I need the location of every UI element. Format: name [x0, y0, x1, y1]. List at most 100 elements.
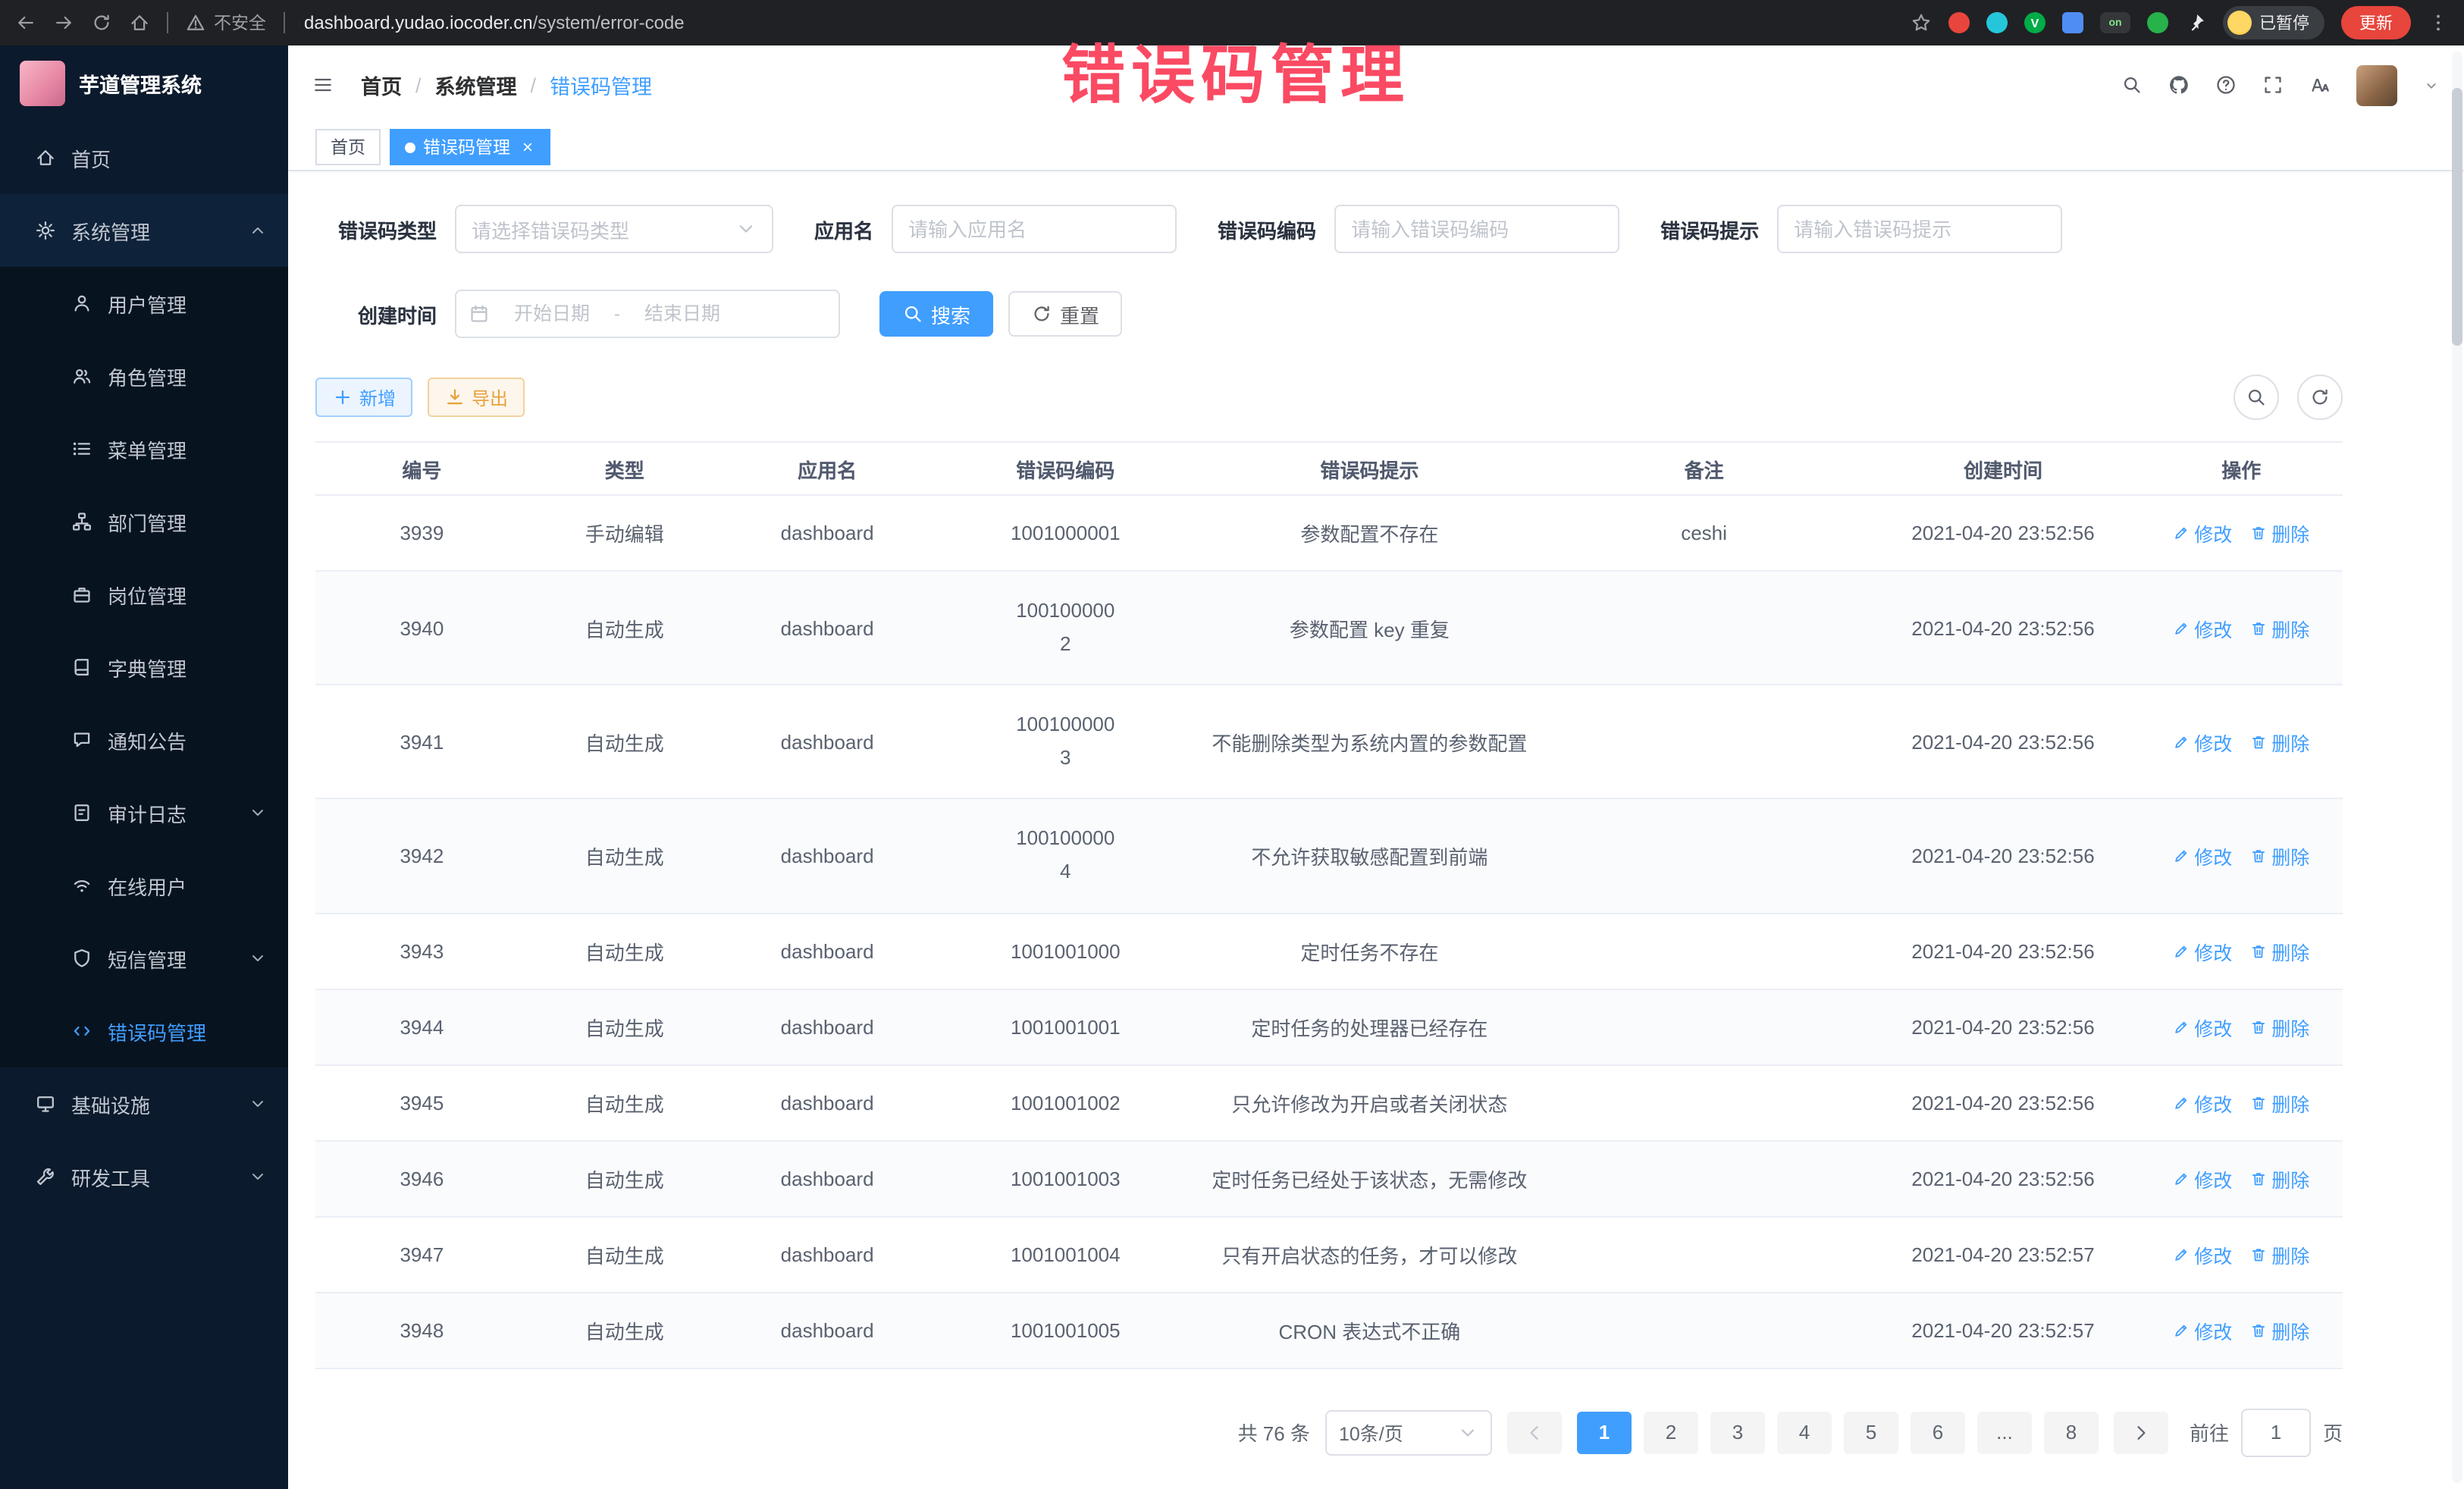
edit-link[interactable]: 修改: [2173, 613, 2232, 642]
browser-forward-icon[interactable]: [53, 12, 74, 33]
sidebar-item-system-management[interactable]: 系统管理: [0, 194, 288, 267]
page-button-6[interactable]: 6: [1911, 1411, 1965, 1453]
edit-link[interactable]: 修改: [2173, 1315, 2232, 1344]
delete-label: 删除: [2271, 842, 2309, 870]
page-size-select[interactable]: 10条/页: [1325, 1409, 1492, 1455]
page-button-3[interactable]: 3: [1710, 1411, 1765, 1453]
tab-error-code[interactable]: 错误码管理: [390, 129, 550, 165]
sidebar-item-label: 用户管理: [108, 289, 273, 318]
search-button[interactable]: 搜索: [879, 291, 993, 337]
extension-icon[interactable]: [2062, 12, 2083, 33]
delete-link[interactable]: 删除: [2250, 728, 2309, 757]
extension-icon[interactable]: [1948, 12, 1970, 33]
chevron-down-icon[interactable]: [2423, 77, 2440, 93]
error-hint-input[interactable]: [1779, 218, 2061, 240]
sidebar-item-role-management[interactable]: 角色管理: [0, 340, 288, 412]
sidebar-item-dept-management[interactable]: 部门管理: [0, 485, 288, 558]
extension-icon[interactable]: [2147, 12, 2168, 33]
sidebar-item-user-management[interactable]: 用户管理: [0, 267, 288, 340]
pinned-extension-icon[interactable]: [2185, 12, 2206, 33]
table-row: 3947自动生成dashboard1001001004只有开启状态的任务，才可以…: [315, 1216, 2343, 1292]
start-date-input[interactable]: [496, 302, 608, 326]
edit-link[interactable]: 修改: [2173, 1164, 2232, 1193]
delete-link[interactable]: 删除: [2250, 1240, 2309, 1268]
error-code-icon: [70, 1020, 92, 1042]
delete-link[interactable]: 删除: [2250, 1088, 2309, 1117]
security-indicator[interactable]: 不安全: [185, 11, 266, 35]
create-time-label: 创建时间: [315, 299, 437, 328]
date-range-picker[interactable]: -: [455, 290, 840, 338]
goto-page-input[interactable]: [2241, 1408, 2311, 1456]
scrollbar-thumb[interactable]: [2452, 88, 2462, 346]
sidebar-item-menu-management[interactable]: 菜单管理: [0, 412, 288, 485]
tab-home[interactable]: 首页: [315, 129, 381, 165]
edit-link[interactable]: 修改: [2173, 1088, 2232, 1117]
help-icon[interactable]: [2215, 74, 2237, 96]
fullscreen-icon[interactable]: [2262, 74, 2284, 96]
delete-link[interactable]: 删除: [2250, 1315, 2309, 1344]
breadcrumb-item[interactable]: 系统管理: [435, 70, 517, 100]
address-bar[interactable]: dashboard.yudao.iocoder.cn/system/error-…: [304, 12, 1894, 33]
edit-link[interactable]: 修改: [2173, 1240, 2232, 1268]
app-name-input[interactable]: [893, 218, 1175, 240]
add-button[interactable]: 新增: [315, 378, 412, 417]
font-size-icon[interactable]: [2309, 74, 2331, 96]
user-avatar[interactable]: [2356, 64, 2397, 105]
sidebar-item-online-users[interactable]: 在线用户: [0, 849, 288, 922]
error-type-select[interactable]: 请选择错误码类型: [455, 205, 773, 253]
search-icon[interactable]: [2121, 74, 2143, 96]
delete-link[interactable]: 删除: [2250, 519, 2309, 547]
logo-row[interactable]: 芋道管理系统: [0, 45, 288, 121]
page-button-8[interactable]: 8: [2044, 1411, 2099, 1453]
browser-reload-icon[interactable]: [91, 12, 112, 33]
sidebar-item-sms-management[interactable]: 短信管理: [0, 922, 288, 995]
reset-button[interactable]: 重置: [1008, 291, 1122, 337]
extension-icon[interactable]: [1986, 12, 2008, 33]
sidebar-item-infrastructure[interactable]: 基础设施: [0, 1067, 288, 1140]
sidebar-collapse-icon[interactable]: [312, 74, 334, 96]
edit-link[interactable]: 修改: [2173, 728, 2232, 757]
extension-icon[interactable]: on: [2100, 12, 2130, 33]
scrollbar-track[interactable]: [2452, 52, 2462, 1483]
edit-link[interactable]: 修改: [2173, 1012, 2232, 1041]
pagination-more-button[interactable]: ...: [1977, 1411, 2032, 1453]
edit-link[interactable]: 修改: [2173, 936, 2232, 965]
sidebar-item-post-management[interactable]: 岗位管理: [0, 558, 288, 631]
delete-link[interactable]: 删除: [2250, 1012, 2309, 1041]
browser-menu-icon[interactable]: [2428, 12, 2449, 33]
cell-id: 3941: [315, 685, 528, 798]
browser-home-icon[interactable]: [129, 12, 150, 33]
sidebar-item-error-code-management[interactable]: 错误码管理: [0, 995, 288, 1067]
page-button-5[interactable]: 5: [1844, 1411, 1898, 1453]
error-code-input[interactable]: [1336, 218, 1618, 240]
edit-link[interactable]: 修改: [2173, 842, 2232, 870]
breadcrumb-item[interactable]: 首页: [361, 70, 402, 100]
end-date-input[interactable]: [626, 302, 738, 326]
sidebar-item-notice-announcement[interactable]: 通知公告: [0, 704, 288, 776]
refresh-table-button[interactable]: [2297, 375, 2343, 420]
toggle-search-button[interactable]: [2234, 375, 2279, 420]
browser-back-icon[interactable]: [15, 12, 36, 33]
close-icon[interactable]: [519, 139, 534, 155]
sidebar-item-audit-log[interactable]: 审计日志: [0, 776, 288, 849]
next-page-button[interactable]: [2114, 1411, 2168, 1453]
delete-link[interactable]: 删除: [2250, 613, 2309, 642]
page-button-1[interactable]: 1: [1577, 1411, 1632, 1453]
export-button[interactable]: 导出: [428, 378, 525, 417]
page-button-4[interactable]: 4: [1777, 1411, 1832, 1453]
profile-paused-badge[interactable]: 已暂停: [2223, 6, 2324, 39]
edit-link[interactable]: 修改: [2173, 519, 2232, 547]
bookmark-star-icon[interactable]: [1911, 12, 1932, 33]
extension-icon[interactable]: V: [2024, 12, 2045, 33]
sidebar-item-dev-tools[interactable]: 研发工具: [0, 1140, 288, 1213]
prev-page-button[interactable]: [1507, 1411, 1562, 1453]
delete-icon: [2250, 1246, 2267, 1262]
github-icon[interactable]: [2168, 74, 2190, 96]
delete-link[interactable]: 删除: [2250, 842, 2309, 870]
delete-link[interactable]: 删除: [2250, 1164, 2309, 1193]
page-button-2[interactable]: 2: [1644, 1411, 1698, 1453]
delete-link[interactable]: 删除: [2250, 936, 2309, 965]
browser-update-button[interactable]: 更新: [2341, 6, 2411, 39]
sidebar-item-dict-management[interactable]: 字典管理: [0, 631, 288, 704]
sidebar-item-home[interactable]: 首页: [0, 121, 288, 194]
